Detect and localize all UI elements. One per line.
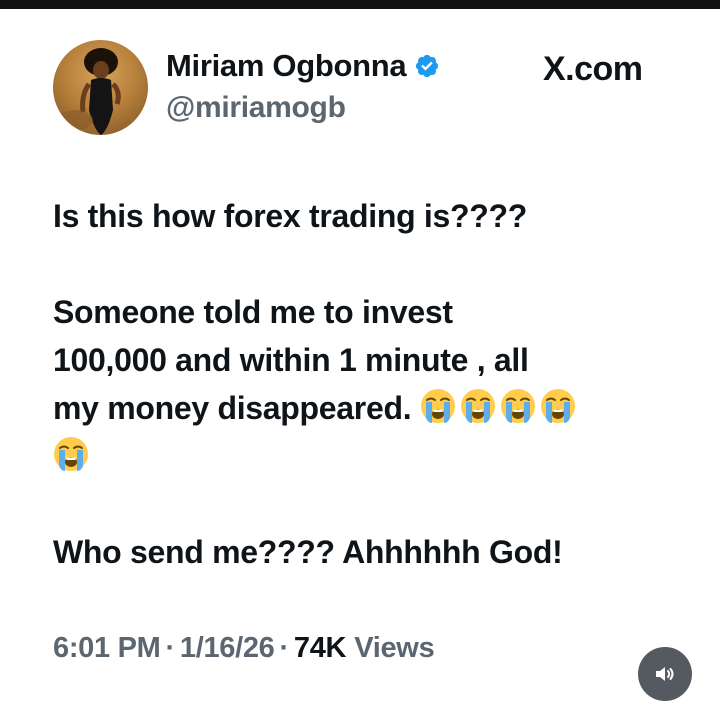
author-handle[interactable]: @miriamogb	[166, 91, 346, 125]
tweet-line: Who send me???? Ahhhhhh God!	[53, 534, 563, 570]
tweet-date[interactable]: 1/16/26	[180, 632, 275, 665]
tweet-line: Someone told me to invest	[53, 294, 453, 330]
tweet-text: Is this how forex trading is???? Someone…	[53, 192, 693, 576]
author-display-name[interactable]: Miriam Ogbonna	[166, 48, 407, 84]
tweet-meta: 6:01 PM · 1/16/26 · 74K Views	[53, 632, 435, 665]
views-count[interactable]: 74K	[294, 632, 347, 665]
emoji-row	[420, 389, 580, 426]
views-label: Views	[354, 632, 435, 664]
loudly-crying-face-emoji	[54, 437, 88, 471]
tweet-time[interactable]: 6:01 PM	[53, 632, 161, 665]
tweet-line: 100,000 and within 1 minute , all	[53, 342, 529, 378]
top-bar	[0, 0, 720, 9]
emoji-row	[53, 437, 93, 474]
meta-separator: ·	[165, 632, 176, 664]
tweet-line-with-emoji: my money disappeared.	[53, 384, 693, 432]
loudly-crying-face-emoji	[460, 389, 495, 423]
tweet-line: my money disappeared.	[53, 390, 412, 426]
author-name-row[interactable]: Miriam Ogbonna	[166, 48, 440, 84]
avatar-photo	[57, 48, 121, 135]
loudly-crying-face-emoji	[500, 389, 535, 423]
brand-label: X.com	[543, 50, 643, 88]
verified-badge-icon	[416, 54, 439, 78]
tweet-line-emoji-only	[53, 432, 693, 480]
avatar[interactable]	[53, 40, 148, 135]
meta-separator: ·	[279, 632, 290, 664]
tweet-line: Is this how forex trading is????	[53, 198, 527, 234]
loudly-crying-face-emoji	[540, 389, 575, 423]
speaker-icon	[656, 667, 674, 681]
loudly-crying-face-emoji	[420, 389, 455, 423]
sound-toggle-button[interactable]	[638, 647, 692, 701]
